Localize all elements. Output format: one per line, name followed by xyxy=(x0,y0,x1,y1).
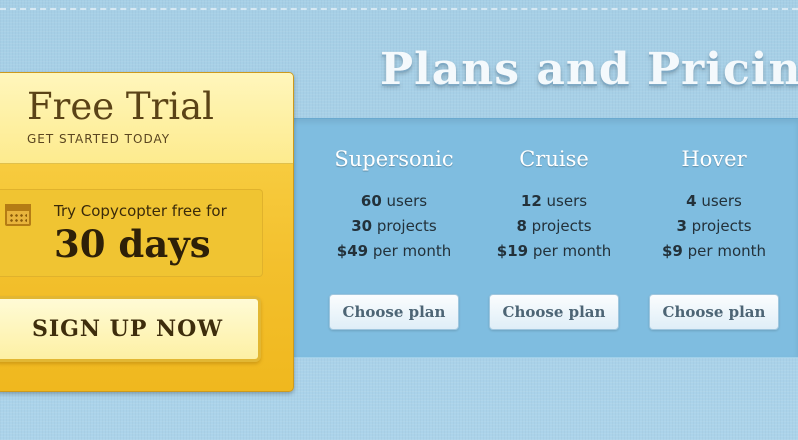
projects-count: 8 xyxy=(516,217,527,235)
plan-name: Supersonic xyxy=(334,147,454,171)
choose-plan-supersonic-button[interactable]: Choose plan xyxy=(329,294,459,330)
price-amount: $49 xyxy=(336,242,369,260)
plan-projects: 3 projects xyxy=(634,214,794,239)
choose-plan-hover-button[interactable]: Choose plan xyxy=(649,294,779,330)
sign-up-button[interactable]: SIGN UP NOW xyxy=(0,296,261,362)
users-count: 60 xyxy=(360,192,382,210)
price-amount: $19 xyxy=(496,242,529,260)
projects-count: 30 xyxy=(351,217,373,235)
top-divider xyxy=(0,8,798,10)
projects-count: 3 xyxy=(676,217,687,235)
users-label: users xyxy=(546,192,588,210)
plan-users: 4 users xyxy=(634,189,794,214)
plan-price: $49 per month xyxy=(314,239,474,264)
page-title: Plans and Pricing xyxy=(380,44,798,95)
plan-projects: 8 projects xyxy=(474,214,634,239)
projects-label: projects xyxy=(531,217,592,235)
plan-cruise: Cruise 12 users 8 projects $19 per month xyxy=(474,147,634,264)
users-count: 4 xyxy=(686,192,697,210)
trial-subtitle: GET STARTED TODAY xyxy=(27,132,171,146)
price-period: per month xyxy=(687,242,767,260)
trial-days: 30 days xyxy=(54,222,211,266)
trial-header: Free Trial GET STARTED TODAY xyxy=(0,73,293,164)
trial-offer-box: Try Copycopter free for 30 days xyxy=(0,189,263,277)
plan-name: Hover xyxy=(681,147,747,171)
price-period: per month xyxy=(532,242,612,260)
price-period: per month xyxy=(372,242,452,260)
plans-band: Supersonic 60 users 30 projects $49 per … xyxy=(290,118,798,358)
plan-projects: 30 projects xyxy=(314,214,474,239)
users-count: 12 xyxy=(520,192,542,210)
trial-offer-text: Try Copycopter free for xyxy=(54,202,227,220)
free-trial-card: Free Trial GET STARTED TODAY Try Copycop… xyxy=(0,72,294,392)
users-label: users xyxy=(701,192,742,210)
plan-price: $9 per month xyxy=(634,239,794,264)
plan-users: 60 users xyxy=(314,189,474,214)
price-amount: $9 xyxy=(661,242,683,260)
plan-supersonic: Supersonic 60 users 30 projects $49 per … xyxy=(314,147,474,264)
calendar-icon xyxy=(5,204,31,226)
plan-price: $19 per month xyxy=(474,239,634,264)
plan-name: Cruise xyxy=(519,147,589,171)
projects-label: projects xyxy=(691,217,752,235)
choose-plan-cruise-button[interactable]: Choose plan xyxy=(489,294,619,330)
projects-label: projects xyxy=(376,217,437,235)
users-label: users xyxy=(386,192,428,210)
trial-title: Free Trial xyxy=(27,85,215,128)
plan-hover: Hover 4 users 3 projects $9 per month xyxy=(634,147,794,264)
plan-users: 12 users xyxy=(474,189,634,214)
